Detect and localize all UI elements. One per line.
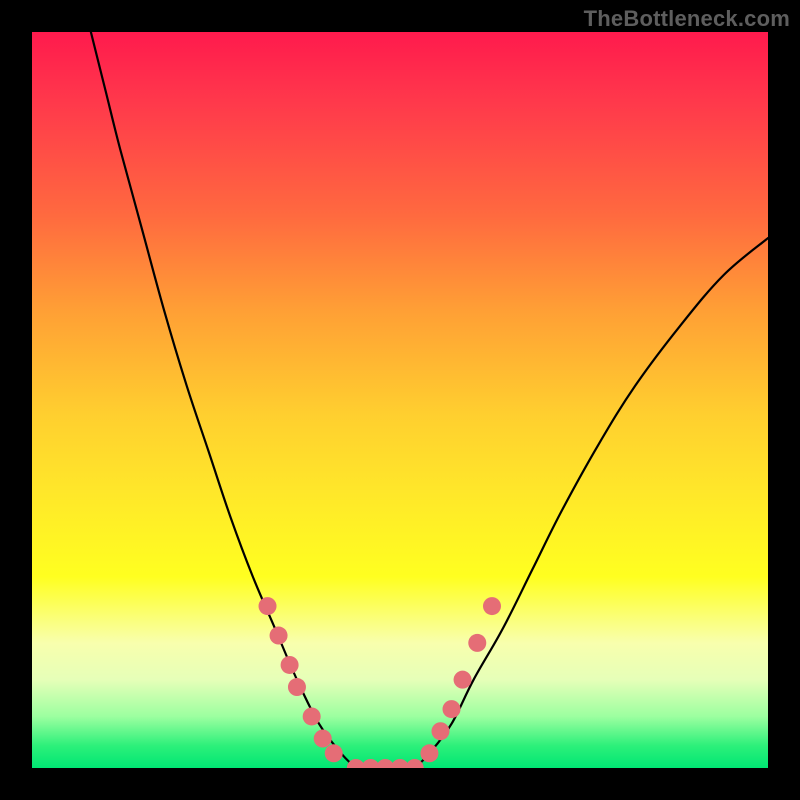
curve-layer — [91, 32, 768, 768]
data-point — [281, 656, 299, 674]
data-point — [468, 634, 486, 652]
data-point — [325, 744, 343, 762]
watermark-text: TheBottleneck.com — [584, 6, 790, 32]
data-point — [454, 671, 472, 689]
data-point — [406, 759, 424, 768]
data-point — [443, 700, 461, 718]
data-point — [270, 627, 288, 645]
series-right-curve — [415, 238, 768, 768]
data-point — [483, 597, 501, 615]
data-point — [314, 730, 332, 748]
data-point — [259, 597, 277, 615]
chart-svg — [32, 32, 768, 768]
dot-layer — [259, 597, 501, 768]
series-left-curve — [91, 32, 356, 768]
plot-area — [32, 32, 768, 768]
data-point — [431, 722, 449, 740]
data-point — [420, 744, 438, 762]
data-point — [288, 678, 306, 696]
chart-frame: TheBottleneck.com — [0, 0, 800, 800]
data-point — [303, 707, 321, 725]
